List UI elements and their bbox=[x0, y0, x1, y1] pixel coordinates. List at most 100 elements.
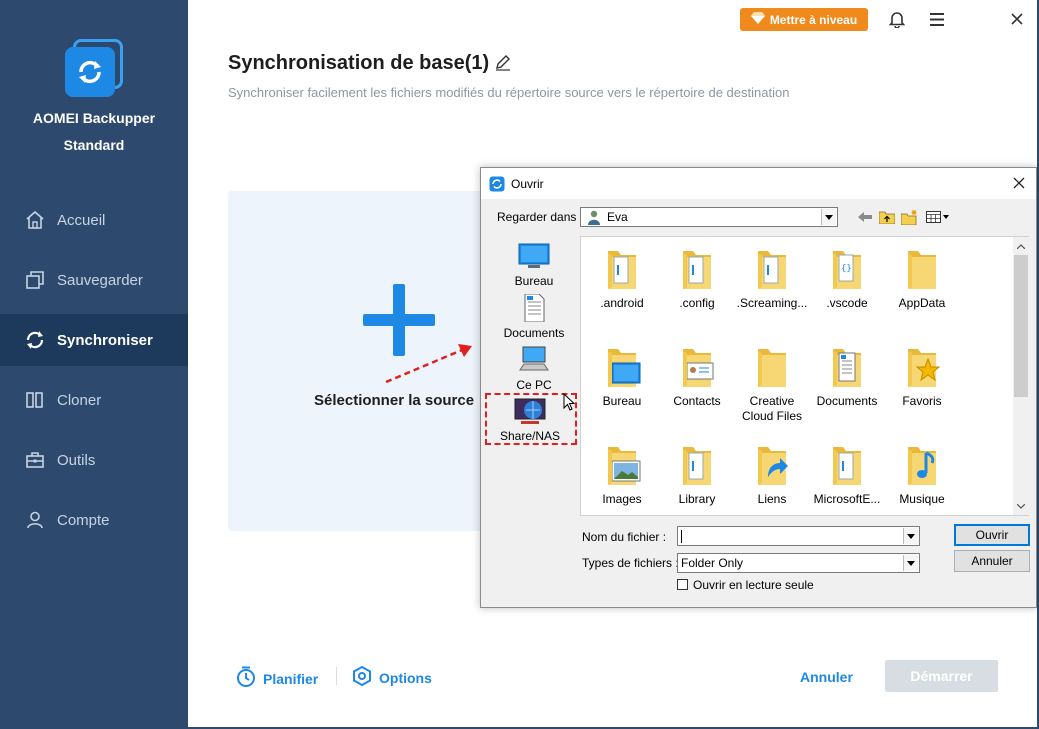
file-label: .Screaming... bbox=[736, 296, 808, 310]
file-item[interactable]: .android bbox=[584, 239, 660, 327]
file-item[interactable]: Bureau bbox=[584, 337, 660, 425]
scroll-up-icon[interactable] bbox=[1013, 238, 1029, 254]
readonly-checkbox[interactable] bbox=[677, 579, 688, 590]
place-label: Share/NAS bbox=[499, 429, 561, 443]
folder-star-icon bbox=[898, 345, 946, 391]
app-edition: Standard bbox=[63, 137, 125, 153]
cancel-button[interactable]: Annuler bbox=[800, 669, 853, 685]
chevron-down-icon[interactable] bbox=[903, 528, 918, 544]
file-label: .vscode bbox=[826, 296, 868, 310]
file-item[interactable]: Images bbox=[584, 435, 660, 523]
folder-doc-icon bbox=[673, 247, 721, 293]
file-label: .config bbox=[679, 296, 715, 310]
file-item[interactable]: Documents bbox=[809, 337, 885, 425]
chevron-down-icon[interactable] bbox=[821, 209, 836, 225]
file-label: Bureau bbox=[602, 394, 642, 408]
text-caret bbox=[681, 529, 682, 543]
dialog-titlebar: Ouvrir bbox=[481, 168, 1036, 199]
tools-icon bbox=[24, 449, 46, 471]
documents-icon bbox=[518, 293, 550, 323]
options-label: Options bbox=[379, 669, 432, 686]
folder-doc-icon bbox=[598, 247, 646, 293]
file-item[interactable]: Liens bbox=[734, 435, 810, 523]
folder-code-icon: {} bbox=[823, 247, 871, 293]
dialog-cancel-button[interactable]: Annuler bbox=[954, 550, 1030, 572]
notification-bell-icon[interactable] bbox=[886, 8, 908, 30]
scroll-down-icon[interactable] bbox=[1013, 498, 1029, 514]
file-item[interactable]: AppData bbox=[884, 239, 960, 327]
place-bureau[interactable]: Bureau bbox=[489, 238, 579, 290]
sync-icon bbox=[24, 329, 46, 351]
file-item[interactable]: .config bbox=[659, 239, 735, 327]
sidebar-item-sauvegarder[interactable]: Sauvegarder bbox=[0, 254, 188, 306]
file-label: Creative Cloud Files bbox=[741, 394, 803, 423]
divider bbox=[336, 667, 337, 685]
network-share-icon bbox=[513, 397, 546, 425]
schedule-button[interactable]: Planifier bbox=[236, 666, 318, 691]
place-ce-pc[interactable]: Ce PC bbox=[489, 342, 579, 394]
file-item[interactable]: Contacts bbox=[659, 337, 735, 425]
file-item[interactable]: Musique bbox=[884, 435, 960, 523]
sidebar-item-cloner[interactable]: Cloner bbox=[0, 374, 188, 426]
menu-icon[interactable] bbox=[926, 8, 948, 30]
file-item[interactable]: .Screaming... bbox=[734, 239, 810, 327]
page-subtitle: Synchroniser facilement les fichiers mod… bbox=[228, 85, 790, 100]
dialog-title: Ouvrir bbox=[511, 177, 544, 191]
app-logo bbox=[65, 39, 123, 97]
look-in-dropdown[interactable]: Eva bbox=[580, 207, 838, 227]
sidebar-item-outils[interactable]: Outils bbox=[0, 434, 188, 486]
scroll-thumb[interactable] bbox=[1014, 255, 1028, 397]
schedule-label: Planifier bbox=[263, 670, 319, 687]
place-label: Bureau bbox=[514, 274, 554, 288]
back-arrow-icon[interactable] bbox=[856, 209, 874, 225]
filetype-value: Folder Only bbox=[681, 556, 744, 570]
look-in-value: Eva bbox=[607, 210, 628, 224]
places-bar: Bureau Documents Ce PC Share/NAS bbox=[485, 236, 579, 516]
start-button[interactable]: Démarrer bbox=[885, 660, 998, 692]
file-item[interactable]: Library bbox=[659, 435, 735, 523]
file-label: Images bbox=[602, 492, 642, 506]
new-folder-icon[interactable] bbox=[900, 209, 918, 225]
sidebar-item-accueil[interactable]: Accueil bbox=[0, 194, 188, 246]
clone-icon bbox=[24, 389, 46, 411]
red-arrow-annotation bbox=[385, 344, 472, 384]
file-label: Liens bbox=[757, 492, 787, 506]
file-item[interactable]: {} .vscode bbox=[809, 239, 885, 327]
up-folder-icon[interactable] bbox=[878, 209, 896, 225]
folder-doc-icon bbox=[748, 247, 796, 293]
sidebar-item-label: Accueil bbox=[57, 211, 106, 229]
sidebar-item-label: Outils bbox=[57, 451, 96, 469]
folder-images-icon bbox=[598, 443, 646, 489]
view-menu-icon[interactable] bbox=[925, 209, 951, 225]
clock-icon bbox=[236, 666, 256, 691]
edit-pencil-icon[interactable] bbox=[494, 53, 512, 71]
place-documents[interactable]: Documents bbox=[489, 290, 579, 342]
upgrade-button[interactable]: Mettre à niveau bbox=[740, 8, 868, 31]
open-file-dialog: Ouvrir Regarder dans : Eva Bureau Docume… bbox=[480, 167, 1037, 608]
file-item[interactable]: Favoris bbox=[884, 337, 960, 425]
sidebar-item-synchroniser[interactable]: Synchroniser bbox=[0, 314, 188, 366]
sidebar-item-compte[interactable]: Compte bbox=[0, 494, 188, 546]
close-icon[interactable] bbox=[1006, 8, 1028, 30]
file-label: Favoris bbox=[902, 394, 942, 408]
chevron-down-icon[interactable] bbox=[903, 555, 918, 571]
svg-text:{}: {} bbox=[841, 264, 852, 274]
file-item[interactable]: MicrosoftE... bbox=[809, 435, 885, 523]
upgrade-label: Mettre à niveau bbox=[769, 12, 858, 27]
file-label: Musique bbox=[899, 492, 945, 506]
folder-documents-icon bbox=[823, 345, 871, 391]
open-button[interactable]: Ouvrir bbox=[954, 524, 1030, 546]
home-icon bbox=[24, 209, 46, 231]
diamond-icon bbox=[750, 12, 765, 27]
vertical-scrollbar[interactable] bbox=[1013, 237, 1029, 515]
page-title: Synchronisation de base(1) bbox=[228, 52, 490, 74]
filename-input[interactable] bbox=[677, 526, 920, 546]
file-label: Documents bbox=[816, 394, 878, 408]
options-button[interactable]: Options bbox=[352, 665, 432, 689]
options-gear-icon bbox=[352, 665, 372, 689]
dialog-close-icon[interactable] bbox=[1011, 175, 1027, 191]
filetype-select[interactable]: Folder Only bbox=[677, 553, 920, 573]
folder-icon bbox=[898, 247, 946, 293]
file-item[interactable]: Creative Cloud Files bbox=[734, 337, 810, 425]
sidebar-item-label: Synchroniser bbox=[57, 331, 153, 349]
